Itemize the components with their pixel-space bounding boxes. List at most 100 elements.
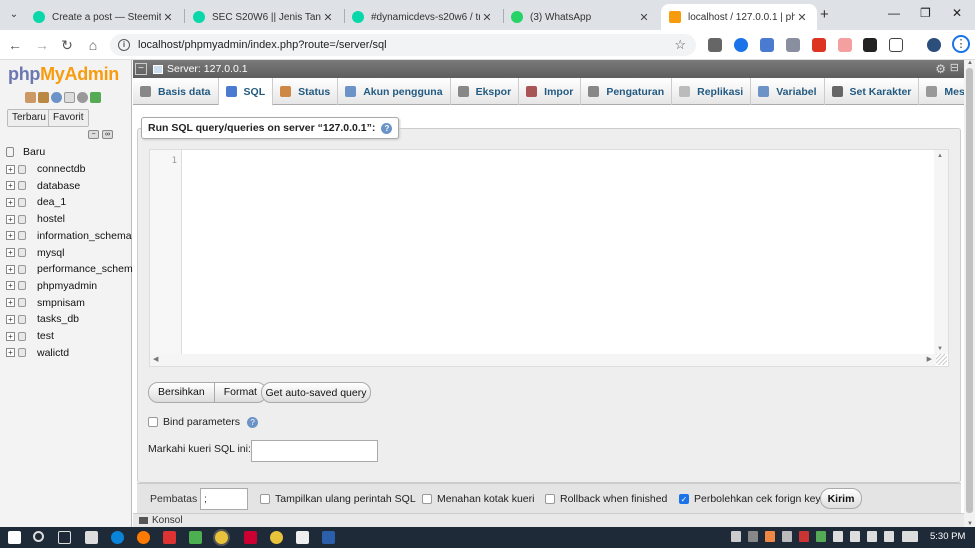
- minimize-icon[interactable]: —: [888, 6, 900, 20]
- tab-pengaturan[interactable]: Pengaturan: [581, 78, 673, 105]
- submit-button[interactable]: Kirim: [820, 488, 862, 509]
- store-icon[interactable]: [85, 531, 98, 544]
- editor-horizontal-scrollbar[interactable]: ◀ ▶: [150, 354, 936, 366]
- gear-icon[interactable]: [77, 92, 88, 103]
- windows-start-icon[interactable]: [8, 531, 21, 544]
- expand-icon[interactable]: +: [6, 197, 15, 207]
- close-window-icon[interactable]: ✕: [952, 6, 962, 20]
- extension-icon[interactable]: [812, 38, 826, 52]
- help-icon[interactable]: [51, 92, 62, 103]
- back-icon[interactable]: ←: [7, 37, 23, 53]
- clear-button[interactable]: Bersihkan: [149, 383, 214, 402]
- new-tab-icon[interactable]: +: [820, 6, 829, 23]
- server-label[interactable]: Server: 127.0.0.1: [167, 63, 248, 75]
- tab-akun-pengguna[interactable]: Akun pengguna: [338, 78, 451, 105]
- tab-favorite[interactable]: Favorit: [48, 109, 89, 127]
- extension-icon[interactable]: [734, 38, 748, 52]
- scroll-left-icon[interactable]: ◀: [153, 355, 158, 363]
- tab-ekspor[interactable]: Ekspor: [451, 78, 520, 105]
- tray-icon[interactable]: [765, 531, 775, 542]
- close-icon[interactable]: ✕: [161, 11, 175, 24]
- database-item[interactable]: + phpmyadmin: [6, 278, 97, 294]
- home-icon[interactable]: ⌂: [85, 37, 101, 53]
- menu-kebab-icon[interactable]: ⋮: [952, 35, 970, 53]
- console-bar[interactable]: Konsol: [133, 513, 964, 527]
- tab-replikasi[interactable]: Replikasi: [672, 78, 752, 105]
- toggle-nav-icon[interactable]: −: [135, 63, 147, 75]
- help-icon[interactable]: ?: [247, 416, 259, 428]
- tray-icon[interactable]: [731, 531, 741, 542]
- app-icon[interactable]: [189, 531, 202, 544]
- browser-tab-phpmyadmin[interactable]: localhost / 127.0.0.1 | phpM ✕: [661, 4, 817, 30]
- extension-icon[interactable]: [863, 38, 877, 52]
- firefox-icon[interactable]: [137, 531, 150, 544]
- collapse-icon[interactable]: ⊟: [950, 61, 959, 74]
- browser-tab-sec[interactable]: SEC S20W6 || Jenis Tanggal & ✕: [185, 4, 343, 30]
- scroll-down-icon[interactable]: ▼: [937, 346, 943, 352]
- expand-icon[interactable]: +: [6, 281, 15, 291]
- app-icon[interactable]: [244, 531, 257, 544]
- bookmark-star-icon[interactable]: ☆: [674, 37, 686, 53]
- expand-icon[interactable]: +: [6, 331, 15, 341]
- task-view-icon[interactable]: [58, 531, 71, 544]
- tab-set-karakter[interactable]: Set Karakter: [825, 78, 920, 105]
- tray-icon[interactable]: [748, 531, 758, 542]
- reload-icon[interactable]: ↻: [59, 37, 75, 53]
- new-database-item[interactable]: Baru: [6, 144, 45, 160]
- tray-icon[interactable]: [816, 531, 826, 542]
- expand-icon[interactable]: +: [6, 298, 15, 308]
- tab-variabel[interactable]: Variabel: [751, 78, 825, 105]
- expand-icon[interactable]: +: [6, 348, 15, 358]
- phpmyadmin-logo[interactable]: phpMyAdmin: [8, 64, 119, 85]
- close-icon[interactable]: ✕: [795, 11, 809, 24]
- database-item[interactable]: + tasks_db: [6, 311, 79, 327]
- forward-icon[interactable]: →: [34, 37, 50, 53]
- wifi-icon[interactable]: [850, 531, 860, 542]
- scroll-right-icon[interactable]: ▶: [927, 355, 932, 363]
- tab-impor[interactable]: Impor: [519, 78, 582, 105]
- expand-icon[interactable]: +: [6, 214, 15, 224]
- database-item[interactable]: + test: [6, 328, 54, 344]
- file-explorer-icon[interactable]: [296, 531, 309, 544]
- rollback-checkbox[interactable]: [545, 494, 555, 504]
- keyboard-icon[interactable]: [902, 531, 918, 542]
- scroll-up-icon[interactable]: ▲: [937, 153, 943, 159]
- expand-icon[interactable]: +: [6, 231, 15, 241]
- retain-box-checkbox[interactable]: [422, 494, 432, 504]
- chrome-icon[interactable]: [270, 531, 283, 544]
- database-item[interactable]: + connectdb: [6, 161, 85, 177]
- expand-icon[interactable]: +: [6, 164, 15, 174]
- notification-icon[interactable]: [884, 531, 894, 542]
- scrollbar-thumb[interactable]: [966, 68, 973, 513]
- tray-icon[interactable]: [799, 531, 809, 542]
- search-icon[interactable]: [33, 531, 44, 542]
- taskbar-clock[interactable]: 5:30 PM: [930, 531, 965, 542]
- page-scrollbar[interactable]: ▲ ▼: [964, 60, 975, 527]
- word-icon[interactable]: [322, 531, 335, 544]
- site-info-icon[interactable]: i: [118, 39, 130, 51]
- tab-status[interactable]: Status: [273, 78, 339, 105]
- restore-icon[interactable]: ❐: [920, 6, 931, 20]
- browser-tab-dynamicdevs[interactable]: #dynamicdevs-s20w6 / tren ✕: [344, 4, 502, 30]
- sql-editor[interactable]: 1 ▲ ▼ ◀ ▶: [149, 149, 949, 367]
- refresh-icon[interactable]: [90, 92, 101, 103]
- close-icon[interactable]: ✕: [480, 11, 494, 24]
- tab-recent[interactable]: Terbaru: [7, 109, 51, 127]
- bookmark-input[interactable]: [251, 440, 378, 462]
- tray-icon[interactable]: [782, 531, 792, 542]
- bind-parameters-checkbox[interactable]: [148, 417, 158, 427]
- foreign-key-checkbox[interactable]: ✓: [679, 494, 689, 504]
- database-item[interactable]: + hostel: [6, 211, 65, 227]
- database-item[interactable]: + smpnisam: [6, 295, 85, 311]
- app-icon[interactable]: [163, 531, 176, 544]
- browser-tab-whatsapp[interactable]: (3) WhatsApp ✕: [503, 4, 659, 30]
- logout-icon[interactable]: [38, 92, 49, 103]
- database-item[interactable]: + information_schema: [6, 228, 132, 244]
- chrome-icon[interactable]: [215, 531, 228, 544]
- edge-icon[interactable]: [111, 531, 124, 544]
- avatar[interactable]: [927, 38, 941, 52]
- editor-vertical-scrollbar[interactable]: ▲ ▼: [934, 150, 948, 354]
- expand-icon[interactable]: +: [6, 248, 15, 257]
- database-item[interactable]: + performance_schema: [6, 261, 139, 277]
- docs-icon[interactable]: [64, 92, 75, 103]
